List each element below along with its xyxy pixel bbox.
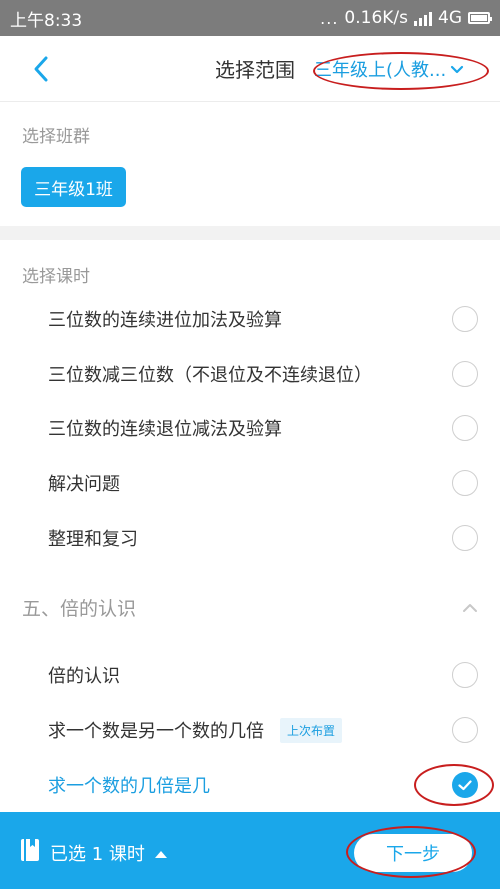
back-button[interactable] — [22, 50, 60, 88]
lesson-title: 倍的认识 — [48, 666, 120, 687]
last-assigned-badge: 上次布置 — [280, 717, 343, 743]
lesson-radio[interactable] — [452, 361, 478, 387]
bottom-bar: 已选 1 课时 下一步 — [0, 812, 500, 889]
unit-title: 五、倍的认识 — [22, 597, 137, 620]
status-indicators: ... 0.16K/s 4G — [320, 8, 492, 28]
section-divider — [0, 226, 500, 240]
battery-icon — [468, 12, 492, 24]
page-title: 选择范围 — [200, 54, 310, 83]
grade-selector[interactable]: 三年级上(人教... — [314, 54, 464, 84]
lesson-item[interactable]: 三位数的连续进位加法及验算 — [0, 292, 500, 346]
lesson-radio-checked[interactable] — [452, 772, 478, 798]
unit-header[interactable]: 五、倍的认识 — [0, 578, 500, 636]
network-speed: 0.16K/s — [344, 8, 408, 28]
class-chip-selected[interactable]: 三年级1班 — [21, 167, 126, 207]
lesson-item[interactable]: 解决问题 — [0, 456, 500, 510]
class-section-label: 选择班群 — [22, 127, 90, 147]
lesson-item-selected[interactable]: 求一个数的几倍是几 — [0, 758, 500, 812]
selected-summary[interactable]: 已选 1 课时 — [20, 838, 167, 867]
book-icon — [20, 838, 40, 867]
network-type: 4G — [438, 8, 462, 28]
notification-dots: ... — [320, 8, 339, 28]
lesson-title: 求一个数的几倍是几 — [48, 776, 210, 797]
lesson-title: 解决问题 — [48, 474, 120, 495]
check-icon — [458, 779, 472, 790]
lesson-title: 求一个数是另一个数的几倍 — [48, 721, 264, 742]
lesson-item[interactable]: 三位数的连续退位减法及验算 — [0, 401, 500, 455]
triangle-up-icon — [154, 842, 167, 863]
app-header: 选择范围 三年级上(人教... — [0, 36, 500, 102]
lesson-radio[interactable] — [452, 717, 478, 743]
lesson-item[interactable]: 整理和复习 — [0, 511, 500, 565]
status-time: 上午8:33 — [10, 10, 83, 31]
lesson-radio[interactable] — [452, 470, 478, 496]
signal-icon — [414, 10, 432, 26]
lesson-section-label: 选择课时 — [22, 267, 90, 287]
next-step-button[interactable]: 下一步 — [354, 834, 472, 872]
lesson-title: 整理和复习 — [48, 529, 138, 550]
lesson-radio[interactable] — [452, 525, 478, 551]
chevron-up-icon[interactable] — [462, 598, 478, 617]
lesson-item[interactable]: 求一个数是另一个数的几倍 上次布置 — [0, 703, 500, 757]
lesson-radio[interactable] — [452, 662, 478, 688]
page-title-text: 选择范围 — [215, 58, 295, 82]
chevron-down-icon — [450, 59, 464, 80]
status-bar: 上午8:33 ... 0.16K/s 4G — [0, 0, 500, 36]
selected-count: 已选 1 课时 — [50, 843, 145, 865]
lesson-radio[interactable] — [452, 306, 478, 332]
chevron-left-icon — [34, 56, 48, 82]
lesson-radio[interactable] — [452, 415, 478, 441]
grade-selector-label: 三年级上(人教... — [314, 60, 447, 81]
lesson-title: 三位数的连续退位减法及验算 — [48, 419, 282, 440]
lesson-item[interactable]: 倍的认识 — [0, 648, 500, 702]
lesson-title: 三位数减三位数（不退位及不连续退位） — [48, 365, 372, 386]
lesson-item[interactable]: 三位数减三位数（不退位及不连续退位） — [0, 347, 500, 401]
lesson-title: 三位数的连续进位加法及验算 — [48, 310, 282, 331]
